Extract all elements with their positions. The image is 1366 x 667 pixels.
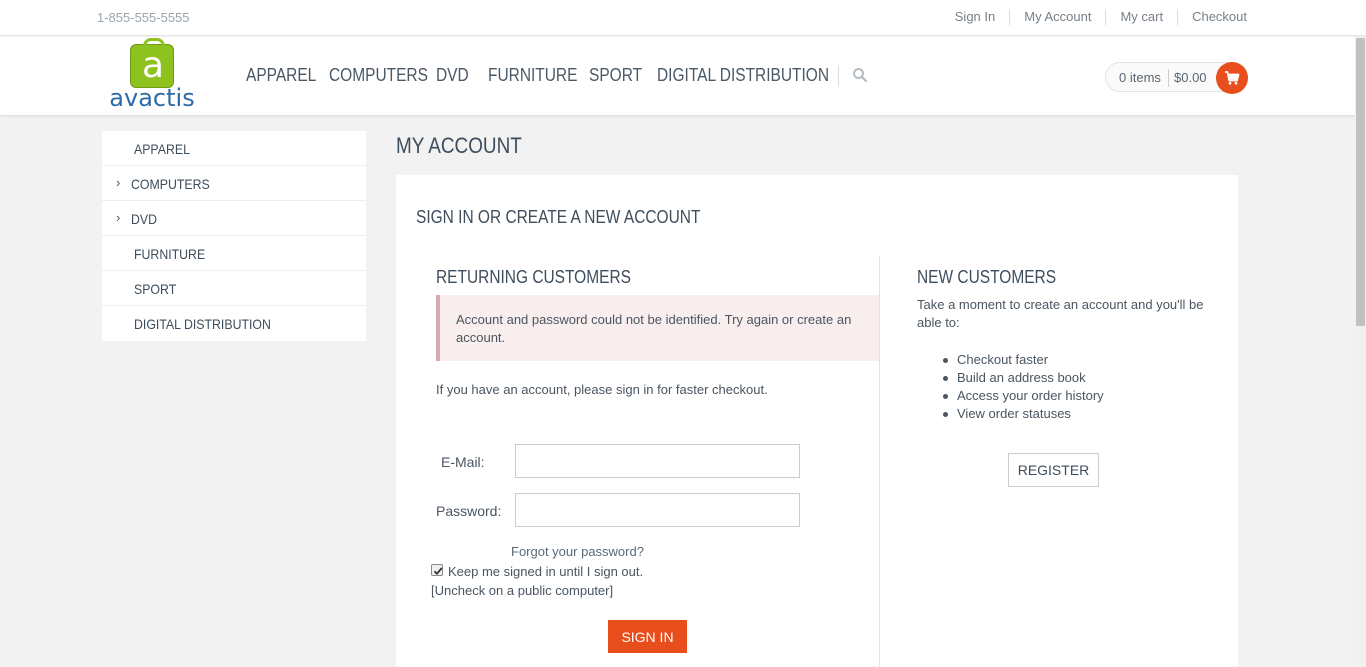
checkmark-icon (433, 567, 443, 576)
cart-divider (1168, 69, 1169, 87)
nav-computers[interactable]: COMPUTERS (329, 65, 428, 86)
chevron-right-icon: › (116, 210, 121, 225)
logo-letter: a (141, 45, 165, 86)
nav-divider (838, 65, 839, 87)
cart-button[interactable] (1216, 62, 1248, 94)
cart-total: $0.00 (1174, 70, 1207, 85)
cart-icon (1225, 71, 1240, 85)
keep-signed-in-checkbox[interactable] (431, 564, 443, 576)
returning-intro: If you have an account, please sign in f… (436, 382, 768, 397)
sidebar-item-label: DVD (131, 211, 158, 227)
sidebar-item-label: DIGITAL DISTRIBUTION (134, 316, 271, 332)
column-divider (879, 256, 880, 667)
returning-customers-title: RETURNING CUSTOMERS (436, 267, 631, 287)
nav-dvd[interactable]: DVD (436, 65, 469, 86)
nav-digital-distribution[interactable]: DIGITAL DISTRIBUTION (657, 65, 829, 86)
error-alert: Account and password could not be identi… (436, 295, 879, 361)
my-account-link[interactable]: My Account (1009, 9, 1105, 25)
phone-number: 1-855-555-5555 (97, 10, 190, 25)
new-customers-title: NEW CUSTOMERS (917, 267, 1057, 287)
sidebar-item-furniture[interactable]: FURNITURE (102, 236, 366, 271)
nav-furniture[interactable]: FURNITURE (488, 65, 577, 86)
top-links: Sign In My Account My cart Checkout (941, 9, 1247, 25)
sidebar-item-apparel[interactable]: APPAREL (102, 131, 366, 166)
nav-sport[interactable]: SPORT (589, 65, 642, 86)
new-customers-intro: Take a moment to create an account and y… (917, 297, 1204, 330)
checkout-link[interactable]: Checkout (1177, 9, 1247, 25)
top-bar: 1-855-555-5555 Sign In My Account My car… (0, 0, 1366, 36)
forgot-password-link[interactable]: Forgot your password? (511, 544, 644, 559)
cart-items-count: 0 items (1119, 70, 1161, 85)
scrollbar-thumb[interactable] (1356, 38, 1365, 326)
sign-in-button[interactable]: SIGN IN (608, 620, 687, 653)
logo-text: avactis (109, 84, 195, 112)
my-cart-link[interactable]: My cart (1105, 9, 1177, 25)
nav-apparel[interactable]: APPAREL (246, 65, 316, 86)
sidebar-item-label: APPAREL (134, 141, 190, 157)
benefits-list: Checkout faster Build an address book Ac… (917, 351, 1104, 423)
list-item: Build an address book (917, 369, 1104, 387)
page-title: MY ACCOUNT (396, 133, 522, 158)
error-alert-text: Account and password could not be identi… (456, 312, 852, 345)
password-field[interactable] (515, 493, 800, 527)
search-icon[interactable] (852, 67, 868, 83)
sidebar-item-dvd[interactable]: › DVD (102, 201, 366, 236)
sidebar-item-sport[interactable]: SPORT (102, 271, 366, 306)
sidebar-item-label: FURNITURE (134, 246, 206, 262)
list-item: Checkout faster (917, 351, 1104, 369)
list-item: View order statuses (917, 405, 1104, 423)
sidebar-item-digital-distribution[interactable]: DIGITAL DISTRIBUTION (102, 306, 366, 341)
logo[interactable]: a avactis (106, 38, 198, 112)
sidebar-item-label: SPORT (134, 281, 177, 297)
panel-title: SIGN IN OR CREATE A NEW ACCOUNT (416, 207, 701, 227)
public-computer-note: [Uncheck on a public computer] (431, 583, 614, 598)
keep-signed-in-label: Keep me signed in until I sign out. (448, 564, 644, 579)
email-label: E-Mail: (441, 454, 485, 470)
sidebar-item-label: COMPUTERS (131, 176, 210, 192)
register-button[interactable]: REGISTER (1008, 453, 1099, 487)
category-sidebar: APPAREL › COMPUTERS › DVD FURNITURE SPOR… (102, 131, 366, 341)
cart-widget[interactable]: 0 items $0.00 (1105, 62, 1248, 94)
shopping-bag-icon: a (130, 38, 174, 88)
chevron-right-icon: › (116, 175, 121, 190)
sign-in-link[interactable]: Sign In (941, 9, 1009, 25)
password-label: Password: (436, 503, 502, 519)
account-panel: SIGN IN OR CREATE A NEW ACCOUNT RETURNIN… (396, 175, 1238, 667)
list-item: Access your order history (917, 387, 1104, 405)
sidebar-item-computers[interactable]: › COMPUTERS (102, 166, 366, 201)
email-field[interactable] (515, 444, 800, 478)
